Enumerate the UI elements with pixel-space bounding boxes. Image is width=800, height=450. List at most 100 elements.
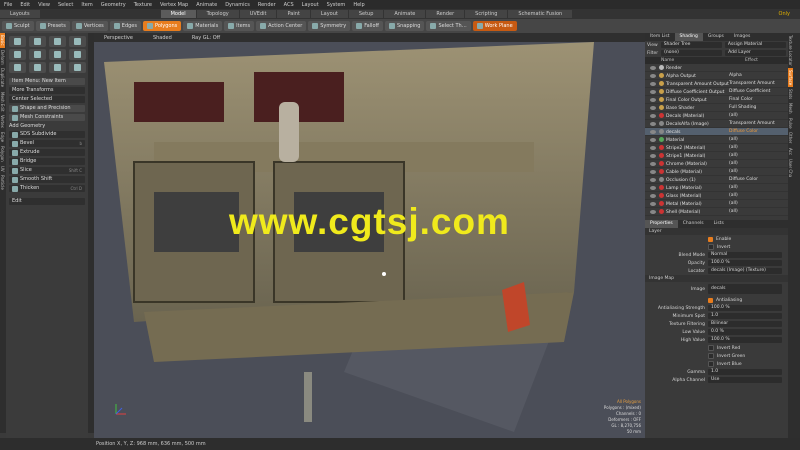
visibility-eye-icon[interactable] <box>650 145 656 150</box>
left-tab-duplicate[interactable]: Duplicate <box>0 66 5 89</box>
menu-animate[interactable]: Animate <box>196 2 217 8</box>
visibility-eye-icon[interactable] <box>650 137 656 142</box>
tool-slice-button[interactable]: Slice Shift C <box>9 167 85 174</box>
cube-icon[interactable] <box>9 36 26 47</box>
visibility-eye-icon[interactable] <box>650 153 656 158</box>
shader-tree-row[interactable]: decals Diffuse Color <box>645 128 788 136</box>
toolbar-symmetry-button[interactable]: Symmetry <box>308 21 351 31</box>
visibility-eye-icon[interactable] <box>650 201 656 206</box>
cone-icon[interactable] <box>69 36 86 47</box>
visibility-eye-icon[interactable] <box>650 105 656 110</box>
layout-tab-scripting[interactable]: Scripting <box>465 10 508 18</box>
menu-render[interactable]: Render <box>258 2 276 8</box>
alpha-channel-select[interactable]: Use <box>708 377 782 383</box>
visibility-eye-icon[interactable] <box>650 65 656 70</box>
shader-tree-row[interactable]: Transparent Amount Output Transparent Amo… <box>645 80 788 88</box>
visibility-eye-icon[interactable] <box>650 89 656 94</box>
tex-filter-select[interactable]: Bilinear <box>708 321 782 327</box>
viewport-shaded-menu[interactable]: Shaded <box>153 35 172 41</box>
locator-select[interactable]: decals (Image) (Texture) <box>708 268 782 274</box>
visibility-eye-icon[interactable] <box>650 113 656 118</box>
menu-file[interactable]: File <box>4 2 12 8</box>
enable-row[interactable]: Enable <box>645 235 788 243</box>
cylinder-icon[interactable] <box>49 36 66 47</box>
menu-dynamics[interactable]: Dynamics <box>225 2 250 8</box>
shader-tree-row[interactable]: Final Color Output Final Color <box>645 96 788 104</box>
min-spot-field[interactable]: 1.0 <box>708 313 782 319</box>
toolbar-items-button[interactable]: Items <box>224 21 255 31</box>
shader-tree-row[interactable]: Diffuse Coefficient Output Diffuse Coeffi… <box>645 88 788 96</box>
item-menu-dropdown[interactable]: Item Menu: New Item <box>9 78 85 85</box>
toolbar-select-th-button[interactable]: Select Th… <box>426 21 471 31</box>
left-tab-particle[interactable]: Particle <box>0 173 5 192</box>
right-tab-texture-locator[interactable]: Texture Locator <box>788 33 793 68</box>
menu-layout[interactable]: Layout <box>302 2 319 8</box>
toolbar-vertices-button[interactable]: Vertices <box>71 21 108 31</box>
toolbar-snapping-button[interactable]: Snapping <box>384 21 425 31</box>
menu-select[interactable]: Select <box>58 2 73 8</box>
low-value-field[interactable]: 0.0 % <box>708 329 782 335</box>
left-tab-uv[interactable]: UV <box>0 164 5 174</box>
visibility-eye-icon[interactable] <box>650 73 656 78</box>
menu-item[interactable]: Item <box>81 2 92 8</box>
invert-row[interactable]: Invert <box>645 243 788 251</box>
layer-section[interactable]: Layer <box>645 228 788 235</box>
shader-tree-row[interactable]: Metal (Material) (all) <box>645 200 788 208</box>
visibility-eye-icon[interactable] <box>650 209 656 214</box>
tab-groups[interactable]: Groups <box>703 33 729 41</box>
shader-tree-row[interactable]: Lamp (Material) (all) <box>645 184 788 192</box>
flex-icon[interactable] <box>69 62 86 73</box>
gamma-field[interactable]: 1.0 <box>708 369 782 375</box>
right-tab-user-cha[interactable]: User Cha <box>788 157 793 179</box>
left-tab-deform[interactable]: Deform <box>0 48 5 67</box>
layouts-button[interactable]: Layouts <box>0 10 40 18</box>
visibility-eye-icon[interactable] <box>650 121 656 126</box>
layout-tab-animate[interactable]: Animate <box>384 10 426 18</box>
shader-tree-row[interactable]: Glass (Material) (all) <box>645 192 788 200</box>
menu-help[interactable]: Help <box>353 2 364 8</box>
layout-tab-model[interactable]: Model <box>160 10 196 18</box>
layout-tab-schematic-fusion[interactable]: Schematic Fusion <box>508 10 573 18</box>
visibility-eye-icon[interactable] <box>650 185 656 190</box>
toolbar-materials-button[interactable]: Materials <box>183 21 223 31</box>
invert-blue-row[interactable]: Invert Blue <box>645 360 788 368</box>
view-dropdown[interactable]: Shader Tree <box>660 42 722 48</box>
invert-red-checkbox[interactable] <box>708 345 714 351</box>
scale-icon[interactable] <box>49 49 66 60</box>
toolbar-presets-button[interactable]: Presets <box>35 21 70 31</box>
tool-smooth-shift-button[interactable]: Smooth Shift <box>9 176 85 183</box>
shader-tree-row[interactable]: DecalsAlfa (Image) Transparent Amount <box>645 120 788 128</box>
visibility-eye-icon[interactable] <box>650 161 656 166</box>
twist-icon[interactable] <box>49 62 66 73</box>
visibility-eye-icon[interactable] <box>650 169 656 174</box>
invert-green-checkbox[interactable] <box>708 353 714 359</box>
shader-tree-row[interactable]: Alpha Output Alpha <box>645 72 788 80</box>
layout-tab-layout[interactable]: Layout <box>310 10 348 18</box>
menu-texture[interactable]: Texture <box>134 2 152 8</box>
invert-red-row[interactable]: Invert Red <box>645 344 788 352</box>
add-layer-button[interactable]: Add Layer <box>725 50 786 56</box>
tool-extrude-button[interactable]: Extrude <box>9 149 85 156</box>
right-tab-surface[interactable]: Surface <box>788 67 793 88</box>
visibility-eye-icon[interactable] <box>650 177 656 182</box>
tab-item-list[interactable]: Item List <box>645 33 675 41</box>
left-tab-edge[interactable]: Edge <box>0 130 5 144</box>
3d-viewport[interactable]: Perspective Shaded Ray GL: Off www.cgtsj.c… <box>94 33 645 438</box>
shader-tree-row[interactable]: Stripe2 (Material) (all) <box>645 144 788 152</box>
edit-dropdown[interactable]: Edit <box>9 198 85 205</box>
shader-tree-row[interactable]: Occlusion (1) Diffuse Color <box>645 176 788 184</box>
tab-properties[interactable]: Properties <box>645 220 678 228</box>
toolbar-action-center-button[interactable]: Action Center <box>256 21 307 31</box>
transform-icon[interactable] <box>69 49 86 60</box>
menu-acs[interactable]: ACS <box>284 2 294 8</box>
layout-tab-setup[interactable]: Setup <box>348 10 384 18</box>
image-select[interactable]: decals <box>708 284 782 294</box>
viewport-ray-gl-off-menu[interactable]: Ray GL: Off <box>192 35 220 41</box>
more-transforms-button[interactable]: More Transforms <box>9 87 85 94</box>
invert-green-row[interactable]: Invert Green <box>645 352 788 360</box>
shader-tree-row[interactable]: Stripe1 (Material) (all) <box>645 152 788 160</box>
only-toggle[interactable]: Only <box>779 11 790 17</box>
opacity-field[interactable]: 100.0 % <box>708 260 782 266</box>
tool-bevel-button[interactable]: Bevel b <box>9 140 85 147</box>
right-tab-mesh[interactable]: Mesh <box>788 101 793 116</box>
